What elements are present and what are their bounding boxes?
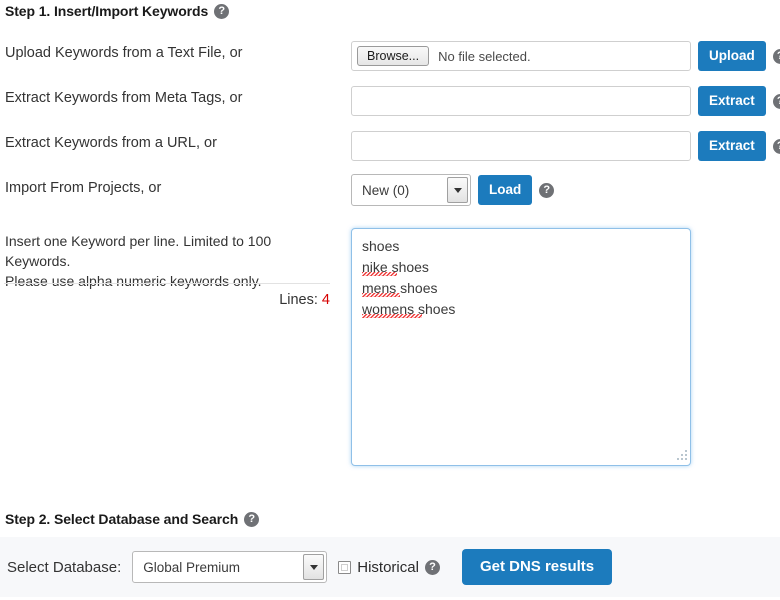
step2-heading: Step 2. Select Database and Search ? [5, 511, 260, 527]
spellcheck-underline-womens [362, 314, 422, 318]
select-database-label: Select Database: [7, 558, 122, 576]
keywords-instructions: Insert one Keyword per line. Limited to … [5, 231, 340, 291]
extract-meta-tags-button[interactable]: Extract [698, 86, 766, 116]
import-projects-controls: New (0) Load ? [351, 174, 555, 206]
file-status-text: No file selected. [438, 48, 531, 64]
step1-heading: Step 1. Insert/Import Keywords ? [5, 3, 230, 19]
help-circle-icon-upload[interactable]: ? [772, 48, 780, 64]
upload-file-label: Upload Keywords from a Text File, or [5, 45, 243, 61]
keywords-instructions-line1: Insert one Keyword per line. Limited to … [5, 233, 272, 269]
load-projects-button[interactable]: Load [478, 175, 533, 205]
spellcheck-underline-nike [362, 272, 397, 276]
historical-checkbox[interactable] [338, 560, 352, 574]
get-dns-results-button[interactable]: Get DNS results [461, 549, 613, 585]
projects-select-value: New (0) [362, 182, 410, 198]
import-projects-label: Import From Projects, or [5, 180, 162, 196]
step1-heading-text: Step 1. Insert/Import Keywords [5, 3, 209, 19]
historical-label: Historical [357, 558, 419, 576]
file-input[interactable]: Browse... No file selected. [351, 41, 691, 71]
lines-counter-label: Lines: [279, 292, 318, 308]
meta-tags-label: Extract Keywords from Meta Tags, or [5, 90, 243, 106]
meta-tags-controls: Extract ? [351, 86, 780, 116]
database-panel: Select Database: Global Premium Historic… [0, 537, 780, 597]
extract-url-button[interactable]: Extract [698, 131, 766, 161]
help-circle-icon-historical[interactable]: ? [424, 559, 440, 575]
meta-tags-input[interactable] [351, 86, 691, 116]
keyword-import-page: Step 1. Insert/Import Keywords ? Upload … [0, 0, 780, 600]
database-select-value: Global Premium [143, 559, 241, 575]
browse-button[interactable]: Browse... [357, 46, 430, 66]
upload-button[interactable]: Upload [698, 41, 766, 71]
url-label: Extract Keywords from a URL, or [5, 135, 217, 151]
chevron-down-icon-projects[interactable] [447, 177, 468, 203]
keywords-instructions-line2: Please use alpha numeric keywords only. [5, 273, 262, 289]
database-select-box[interactable]: Global Premium [132, 551, 328, 583]
lines-counter: Lines: 4 [4, 292, 330, 308]
upload-file-controls: Browse... No file selected. Upload ? [351, 41, 780, 71]
chevron-down-icon-database[interactable] [303, 554, 325, 580]
url-input[interactable] [351, 131, 691, 161]
historical-checkbox-group: Historical ? [338, 559, 440, 576]
lines-counter-value: 4 [321, 292, 330, 308]
projects-select[interactable]: New (0) [351, 174, 471, 206]
keywords-textarea[interactable]: shoes nike shoes mens shoes womens shoes [351, 228, 691, 466]
spellcheck-underline-mens [362, 293, 400, 297]
help-circle-icon-step1[interactable]: ? [214, 3, 230, 19]
help-circle-icon-projects[interactable]: ? [539, 182, 555, 198]
url-controls: Extract ? [351, 131, 780, 161]
projects-select-box[interactable]: New (0) [351, 174, 471, 206]
help-circle-icon-step2[interactable]: ? [244, 511, 260, 527]
help-circle-icon-meta-tags[interactable]: ? [772, 93, 780, 109]
step2-heading-text: Step 2. Select Database and Search [5, 511, 239, 527]
keywords-divider [4, 283, 330, 284]
database-select[interactable]: Global Premium [132, 551, 328, 583]
help-circle-icon-url[interactable]: ? [772, 138, 780, 154]
